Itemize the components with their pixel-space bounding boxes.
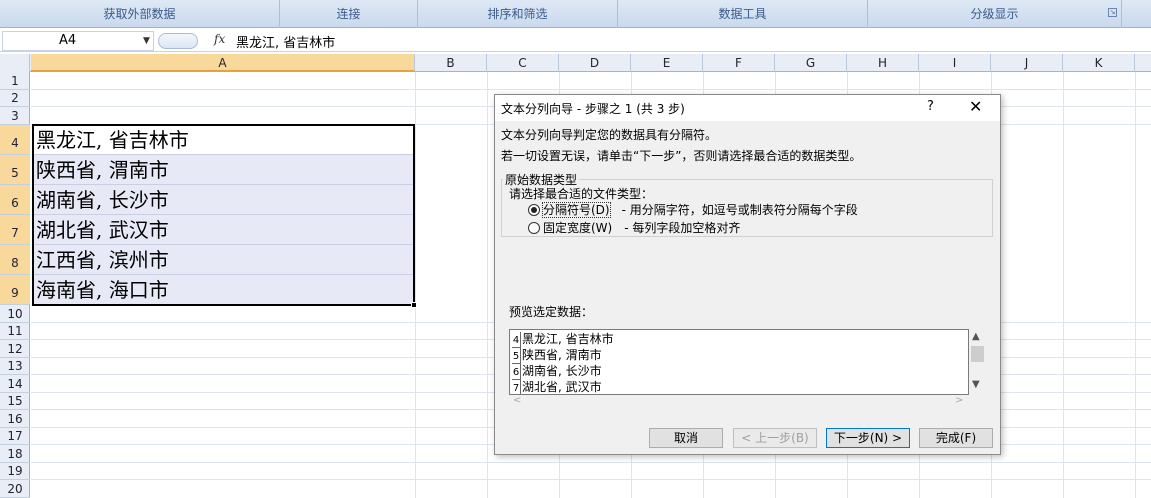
column-header-b[interactable]: B [415,54,487,72]
row-header[interactable]: 9 [0,275,30,305]
ribbon-group-data-tools[interactable]: 数据工具 [618,0,868,28]
column-header-h[interactable]: H [847,54,919,72]
finish-button[interactable]: 完成(F) [919,428,993,448]
row-header[interactable]: 6 [0,185,30,215]
next-button[interactable]: 下一步(N) > [826,428,910,448]
row-header[interactable]: 2 [0,90,30,107]
preview-row: 7 湖北省, 武汉市 [512,380,602,394]
cell-a7[interactable]: 湖北省, 武汉市 [33,215,413,245]
column-header-e[interactable]: E [631,54,703,72]
formula-input[interactable]: 黑龙江, 省吉林市 [236,32,335,51]
help-icon[interactable]: ? [927,99,934,114]
chevron-down-icon[interactable]: ▼ [972,379,980,390]
back-button[interactable]: < 上一步(B) [733,428,817,448]
ribbon-group-connections[interactable]: 连接 [280,0,418,28]
column-header-c[interactable]: C [487,54,559,72]
ribbon-group-outline[interactable]: 分级显示 [868,0,1122,28]
row-header[interactable]: 10 [0,305,30,323]
name-box[interactable]: A4 [2,31,154,51]
wizard-description-1: 文本分列向导判定您的数据具有分隔符。 [501,128,718,142]
wizard-description-2: 若一切设置无误，请单击“下一步”，否则请选择最合适的数据类型。 [501,149,862,163]
cell-a6[interactable]: 湖南省, 长沙市 [33,185,413,215]
row-header[interactable]: 3 [0,107,30,125]
preview-row: 5 陕西省, 渭南市 [512,348,602,364]
excel-window: 获取外部数据 连接 排序和筛选 数据工具 分级显示 ↘ A4 ▼ fx 黑龙江,… [0,0,1151,498]
radio-delimited[interactable]: 分隔符号(D) - 用分隔字符，如逗号或制表符分隔每个字段 [528,201,858,218]
row-header[interactable]: 13 [0,358,30,375]
radio-delimited-label: 分隔符号(D) [542,202,611,218]
cell-a4[interactable]: 黑龙江, 省吉林市 [33,125,413,155]
cell-a9[interactable]: 海南省, 海口市 [33,275,413,305]
preview-row: 6 湖南省, 长沙市 [512,364,602,380]
row-header[interactable]: 19 [0,463,30,480]
formula-bar: A4 ▼ fx 黑龙江, 省吉林市 [0,30,1151,52]
row-header[interactable]: 4 [0,125,30,155]
row-header[interactable]: 14 [0,375,30,393]
row-headers: 1 2 3 4 5 6 7 8 9 10 11 12 13 14 15 16 1… [0,72,30,498]
row-header[interactable]: 11 [0,323,30,340]
file-type-prompt: 请选择最合适的文件类型： [509,187,654,201]
column-header-k[interactable]: K [1063,54,1135,72]
scrollbar-thumb[interactable] [971,346,984,362]
row-header[interactable]: 18 [0,445,30,463]
formula-bar-toggle[interactable] [158,33,198,49]
dialog-titlebar[interactable]: 文本分列向导 - 步骤之 1 (共 3 步) ? ✕ [495,95,1000,121]
chevron-left-icon[interactable]: < [513,395,521,406]
radio-unselected-icon[interactable] [528,222,540,234]
preview-vertical-scrollbar[interactable]: ▲ ▼ [969,329,986,395]
radio-fixed-width[interactable]: 固定宽度(W) - 每列字段加空格对齐 [528,219,740,236]
radio-fixed-width-label: 固定宽度(W) [543,221,613,235]
ribbon-group-sort-filter[interactable]: 排序和筛选 [418,0,618,28]
row-header[interactable]: 16 [0,410,30,428]
dialog-title: 文本分列向导 - 步骤之 1 (共 3 步) [501,102,685,116]
column-header-j[interactable]: J [991,54,1063,72]
row-header[interactable]: 8 [0,245,30,275]
radio-delimited-desc: - 用分隔字符，如逗号或制表符分隔每个字段 [621,203,858,217]
column-headers: A B C D E F G H I J K [0,54,1151,72]
cell-a5[interactable]: 陕西省, 渭南市 [33,155,413,185]
column-header-i[interactable]: I [919,54,991,72]
row-header[interactable]: 5 [0,155,30,185]
column-header-g[interactable]: G [775,54,847,72]
cancel-button[interactable]: 取消 [649,428,723,448]
column-header-d[interactable]: D [559,54,631,72]
preview-horizontal-scrollbar[interactable]: < > [509,395,969,409]
column-header-a[interactable]: A [31,54,415,72]
row-header[interactable]: 20 [0,480,30,498]
text-to-columns-wizard-dialog: 文本分列向导 - 步骤之 1 (共 3 步) ? ✕ 文本分列向导判定您的数据具… [494,94,1001,455]
insert-function-icon[interactable]: fx [214,32,225,46]
chevron-right-icon[interactable]: > [955,395,963,406]
ribbon-group-get-external-data[interactable]: 获取外部数据 [0,0,280,28]
ribbon-group-labels: 获取外部数据 连接 排序和筛选 数据工具 分级显示 ↘ [0,0,1151,28]
row-header[interactable]: 12 [0,340,30,358]
close-icon[interactable]: ✕ [969,97,982,116]
preview-pane[interactable]: 4 黑龙江, 省吉林市 5 陕西省, 渭南市 6 湖南省, 长沙市 7 湖北省, 武汉市 [509,329,969,395]
row-header[interactable]: 15 [0,393,30,410]
row-header[interactable]: 1 [0,72,30,90]
radio-selected-icon[interactable] [528,204,540,216]
preview-label: 预览选定数据： [509,305,594,319]
select-all-corner[interactable] [0,54,30,72]
radio-fixed-width-desc: - 每列字段加空格对齐 [624,221,741,235]
cell-a8[interactable]: 江西省, 滨州市 [33,245,413,275]
row-header[interactable]: 17 [0,428,30,445]
row-header[interactable]: 7 [0,215,30,245]
dialog-launcher-icon[interactable]: ↘ [1108,8,1117,17]
preview-row: 4 黑龙江, 省吉林市 [512,332,614,348]
column-header-f[interactable]: F [703,54,775,72]
fill-handle[interactable] [411,302,417,308]
chevron-up-icon[interactable]: ▲ [972,331,980,342]
chevron-down-icon[interactable]: ▼ [143,36,150,46]
